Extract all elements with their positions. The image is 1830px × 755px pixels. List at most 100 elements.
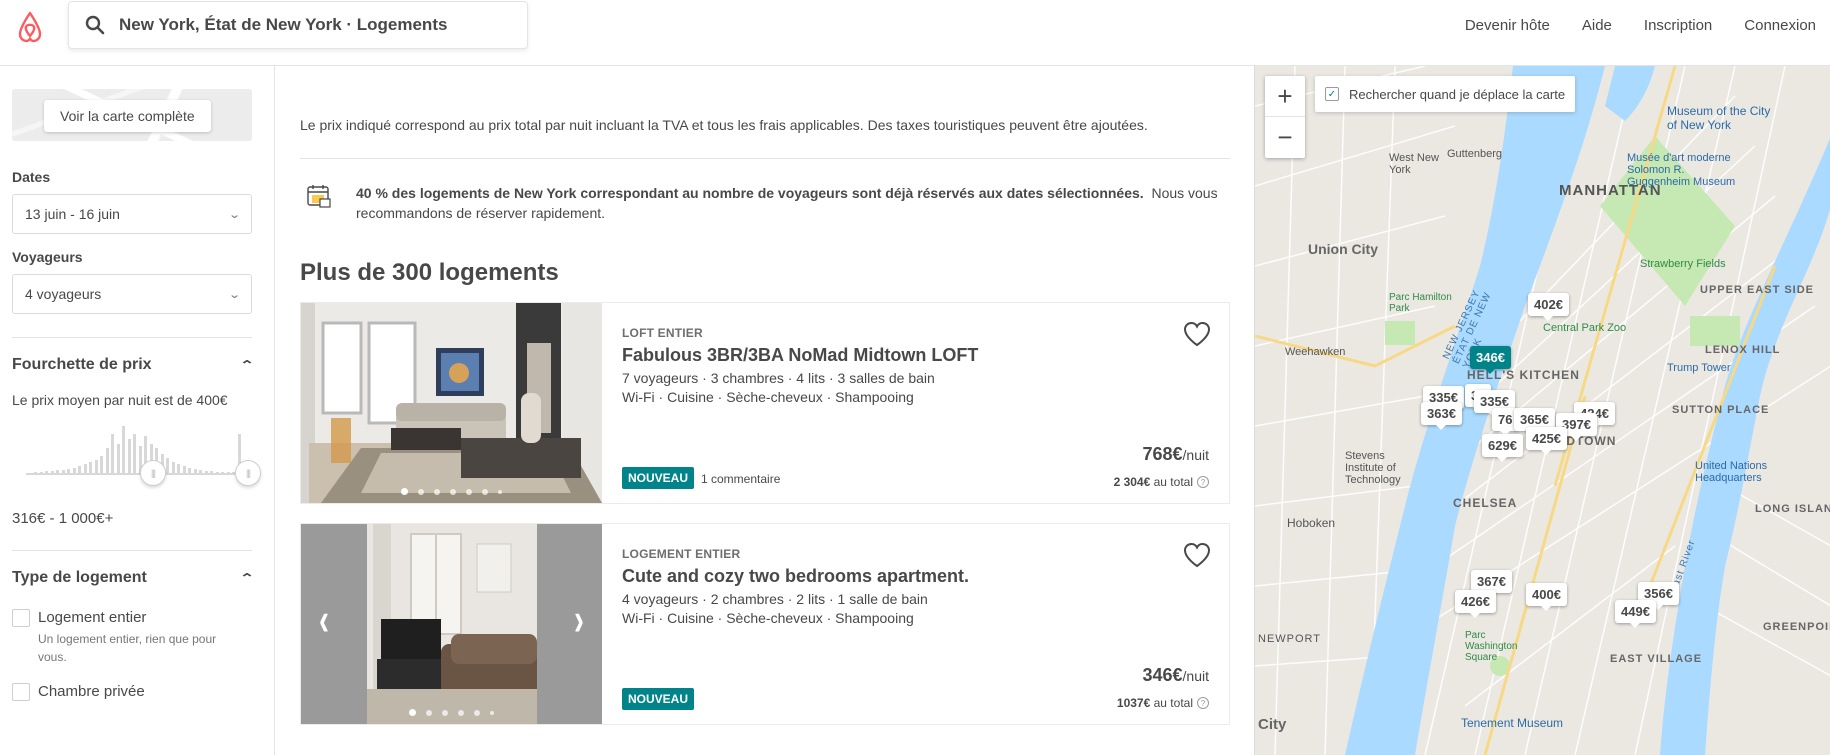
listing-card[interactable]: LOFT ENTIER Fabulous 3BR/3BA NoMad Midto… xyxy=(300,302,1230,504)
listing-photo-image xyxy=(301,303,602,503)
heart-icon[interactable] xyxy=(1183,321,1211,347)
total-value: 2 304€ xyxy=(1113,475,1151,489)
total-price: 1037€ au total ? xyxy=(1117,696,1209,710)
map-label: CHELSEA xyxy=(1453,496,1518,510)
private-room-checkbox[interactable] xyxy=(12,683,30,701)
map-label: GREENPOINT xyxy=(1763,621,1830,633)
map-label: UPPER EAST SIDE xyxy=(1700,284,1815,296)
nightly-price: 346€/nuit xyxy=(1142,665,1209,686)
zoom-in-button[interactable]: + xyxy=(1265,76,1305,117)
map-label: SUTTON PLACE xyxy=(1672,404,1770,416)
price-min-handle[interactable]: ||| xyxy=(140,460,166,486)
divider xyxy=(300,158,1230,159)
next-photo-chevron-right-icon[interactable]: › xyxy=(574,596,584,647)
nav-become-host[interactable]: Devenir hôte xyxy=(1465,17,1550,34)
map-price-pin[interactable]: 425€ xyxy=(1526,427,1567,455)
results-list: Le prix indiqué correspond au prix total… xyxy=(300,66,1230,755)
chevron-up-icon: ⌃ xyxy=(239,571,255,585)
chevron-up-icon: ⌃ xyxy=(239,358,255,372)
search-as-map-moves-label: Rechercher quand je déplace la carte xyxy=(1349,86,1566,102)
nav-signup[interactable]: Inscription xyxy=(1644,17,1712,34)
listing-photo-image xyxy=(301,524,602,724)
question-icon[interactable]: ? xyxy=(1197,476,1209,488)
price-unit: /nuit xyxy=(1182,447,1209,463)
heart-icon[interactable] xyxy=(1183,542,1211,568)
price-unit: /nuit xyxy=(1182,668,1209,684)
listing-type: LOGEMENT ENTIER xyxy=(622,547,741,561)
listing-title[interactable]: Fabulous 3BR/3BA NoMad Midtown LOFT xyxy=(622,345,1209,366)
type-entire-home[interactable]: Logement entier xyxy=(12,609,262,627)
map-label: Weehawken xyxy=(1285,346,1346,358)
map-label: Union City xyxy=(1308,241,1378,257)
show-full-map-button[interactable]: Voir la carte complète xyxy=(44,100,211,132)
nav-login[interactable]: Connexion xyxy=(1744,17,1816,34)
map-price-pin[interactable]: 402€ xyxy=(1528,293,1569,321)
header-nav: Devenir hôte Aide Inscription Connexion xyxy=(1465,0,1830,50)
listing-photo[interactable]: ‹ › xyxy=(301,524,602,724)
histogram-bar xyxy=(100,456,103,474)
price-value: 768€ xyxy=(1142,444,1183,464)
price-max-handle[interactable]: ||| xyxy=(235,460,261,486)
search-input[interactable]: New York, État de New York · Logements xyxy=(119,15,447,35)
zoom-controls: + − xyxy=(1265,76,1305,158)
map-label: Parc Hamilton Park xyxy=(1389,292,1452,314)
zoom-out-button[interactable]: − xyxy=(1265,117,1305,158)
map-label: Hoboken xyxy=(1287,516,1336,530)
dates-label: Dates xyxy=(12,169,51,185)
histogram-bar xyxy=(111,434,114,474)
results-map[interactable]: + − ✓ Rechercher quand je déplace la car… xyxy=(1254,66,1830,755)
divider xyxy=(12,337,252,338)
guests-select[interactable]: 4 voyageurs ⌄ xyxy=(12,274,252,314)
photo-dots xyxy=(301,709,602,716)
dates-select[interactable]: 13 juin - 16 juin ⌄ xyxy=(12,194,252,234)
map-price-pin[interactable]: 400€ xyxy=(1526,583,1567,611)
checkmark-icon[interactable]: ✓ xyxy=(1325,87,1339,101)
notice-bold: 40 % des logements de New York correspon… xyxy=(356,185,1144,201)
histogram-bar xyxy=(122,426,125,474)
search-as-map-moves[interactable]: ✓ Rechercher quand je déplace la carte xyxy=(1315,76,1576,112)
nav-help[interactable]: Aide xyxy=(1582,17,1612,34)
map-label: Strawberry Fields xyxy=(1640,258,1726,270)
new-badge: NOUVEAU xyxy=(622,688,695,710)
filters-sidebar: Voir la carte complète Dates 13 juin - 1… xyxy=(0,66,275,755)
price-section-title: Fourchette de prix xyxy=(12,356,152,373)
type-section-toggle[interactable]: Type de logement ⌃ xyxy=(12,569,255,587)
listing-photo[interactable] xyxy=(301,303,602,503)
question-icon[interactable]: ? xyxy=(1197,697,1209,709)
map-price-pin[interactable]: 363€ xyxy=(1421,402,1462,430)
price-slider-track[interactable] xyxy=(26,473,246,475)
notice-text: 40 % des logements de New York correspon… xyxy=(356,183,1230,223)
map-price-pin[interactable]: 426€ xyxy=(1455,590,1496,618)
listing-title[interactable]: Cute and cozy two bedrooms apartment. xyxy=(622,566,1209,587)
map-label: Musée d'art moderne Solomon R. Guggenhei… xyxy=(1627,152,1736,188)
map-label: HELL'S KITCHEN xyxy=(1467,368,1580,382)
map-label: West New York xyxy=(1389,152,1439,176)
map-label: Parc Washington Square xyxy=(1465,630,1518,663)
price-histogram: ||| ||| xyxy=(26,416,261,496)
airbnb-logo-icon[interactable] xyxy=(12,9,48,45)
price-section-toggle[interactable]: Fourchette de prix ⌃ xyxy=(12,356,255,374)
map-price-pin[interactable]: 346€ xyxy=(1470,346,1511,374)
total-label: au total xyxy=(1153,475,1193,489)
listing-card[interactable]: ‹ › LOGEMENT ENTIER Cute and cozy two be… xyxy=(300,523,1230,725)
price-value: 346€ xyxy=(1142,665,1183,685)
chevron-down-icon: ⌄ xyxy=(227,208,241,221)
histogram-bar xyxy=(105,448,109,474)
private-room-label: Chambre privée xyxy=(38,683,145,700)
map-label: NEWPORT xyxy=(1258,633,1322,645)
prev-photo-chevron-left-icon[interactable]: ‹ xyxy=(319,596,329,647)
search-bar[interactable]: New York, État de New York · Logements xyxy=(68,1,528,49)
map-label: Museum of the City of New York xyxy=(1667,104,1771,132)
map-label: EAST VILLAGE xyxy=(1610,653,1703,665)
map-price-pin[interactable]: 629€ xyxy=(1482,434,1523,462)
total-value: 1037€ xyxy=(1116,696,1151,710)
entire-home-label: Logement entier xyxy=(38,609,147,626)
entire-home-checkbox[interactable] xyxy=(12,609,30,627)
type-private-room[interactable]: Chambre privée xyxy=(12,683,262,701)
listing-type: LOFT ENTIER xyxy=(622,326,703,340)
map-label: Trump Tower xyxy=(1667,362,1731,374)
map-thumbnail[interactable]: Voir la carte complète xyxy=(12,89,252,141)
price-range: 316€ - 1 000€+ xyxy=(12,510,114,527)
type-section-title: Type de logement xyxy=(12,569,147,586)
map-price-pin[interactable]: 449€ xyxy=(1615,600,1656,628)
